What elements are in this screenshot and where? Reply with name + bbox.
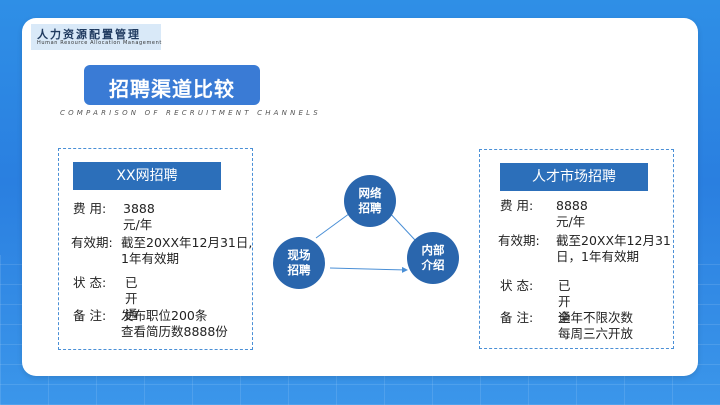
fee-label: 费 用: xyxy=(500,198,534,213)
node-network-recruit: 网络 招聘 xyxy=(344,175,396,227)
right-panel-title: 人才市场招聘 xyxy=(500,163,648,191)
arrow-onsite-to-internal xyxy=(329,266,408,273)
page-title-box: 招聘渠道比较 xyxy=(84,65,260,105)
brand-subtitle: Human Resource Allocation Management xyxy=(37,40,162,46)
fee-value: 8888元/年 xyxy=(556,198,588,229)
left-panel-title: XX网招聘 xyxy=(73,162,221,190)
left-channel-panel: XX网招聘 费 用: 3888元/年 有效期: 截至20XX年12月31日, 1… xyxy=(58,148,253,350)
fee-value: 3888元/年 xyxy=(123,201,155,232)
note-label: 备 注: xyxy=(73,308,107,323)
brand-header: 人力资源配置管理 Human Resource Allocation Manag… xyxy=(31,24,161,50)
node-onsite-recruit: 现场 招聘 xyxy=(273,237,325,289)
right-channel-panel: 人才市场招聘 费 用: 8888元/年 有效期: 截至20XX年12月31 日，… xyxy=(479,149,674,349)
status-label: 状 态: xyxy=(73,275,107,290)
channel-diagram: 网络 招聘 现场 招聘 内部 介绍 xyxy=(270,170,470,300)
node-internal-referral: 内部 介绍 xyxy=(407,232,459,284)
page-subtitle: COMPARISON OF RECRUITMENT CHANNELS xyxy=(60,109,321,117)
validity-value: 截至20XX年12月31 日，1年有效期 xyxy=(556,233,671,264)
validity-label: 有效期: xyxy=(71,235,113,250)
validity-label: 有效期: xyxy=(498,233,540,248)
status-label: 状 态: xyxy=(500,278,534,293)
note-label: 备 注: xyxy=(500,310,534,325)
validity-value: 截至20XX年12月31日, 1年有效期 xyxy=(121,235,253,266)
fee-label: 费 用: xyxy=(73,201,107,216)
note-value: 发布职位200条 查看简历数8888份 xyxy=(121,308,228,339)
page-title: 招聘渠道比较 xyxy=(109,77,235,101)
note-value: 全年不限次数 每周三六开放 xyxy=(558,310,634,341)
